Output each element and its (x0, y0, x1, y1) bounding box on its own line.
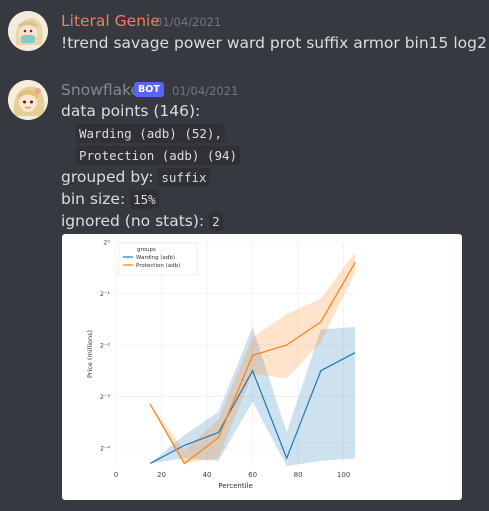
trend-chart: 0 20 40 60 80 100 2⁰ 2⁻¹ 2⁻² 2⁻³ 2⁻⁴ Percentile Pric… (86, 239, 356, 490)
chart-image[interactable]: 0 20 40 60 80 100 2⁰ 2⁻¹ 2⁻² 2⁻³ 2⁻⁴ Percentile Pric… (62, 234, 462, 500)
warding-line: Warding (adb) (52), (76, 124, 225, 143)
y-axis-label: Price (millions) (86, 330, 94, 378)
author-name[interactable]: Snowflake (61, 81, 140, 99)
x-tick-label: 80 (294, 471, 303, 479)
bin-size-value: 15% (130, 190, 159, 209)
x-tick-label: 60 (248, 471, 257, 479)
x-tick-label: 20 (157, 471, 166, 479)
grouped-by-line: grouped by: suffix (61, 168, 210, 187)
author-name[interactable]: Literal Genie (61, 12, 160, 30)
x-tick-label: 40 (203, 471, 212, 479)
y-tick-label: 2⁻³ (100, 393, 111, 401)
message-content: !trend savage power ward prot suffix arm… (61, 34, 487, 52)
ignored-line: ignored (no stats): 2 (61, 212, 223, 231)
message-timestamp: 01/04/2021 (172, 84, 239, 98)
bin-size-line: bin size: 15% (61, 190, 159, 209)
x-axis-label: Percentile (218, 482, 253, 490)
legend-title: groups (137, 247, 156, 253)
grouped-by-value: suffix (158, 168, 210, 187)
protection-code: Protection (adb) (94) (76, 146, 241, 165)
legend-entry: Warding (adb) (136, 255, 175, 261)
protection-line: Protection (adb) (94) (76, 146, 241, 165)
bot-badge: BOT (134, 82, 164, 97)
grouped-by-label: grouped by: (61, 168, 154, 186)
legend-entry: Protection (adb) (136, 263, 180, 269)
avatar-snowflake[interactable] (8, 80, 48, 120)
x-tick-label: 100 (337, 471, 350, 479)
message-timestamp: 01/04/2021 (155, 15, 222, 29)
x-tick-label: 0 (114, 471, 118, 479)
warding-code: Warding (adb) (52), (76, 124, 225, 143)
avatar-literal-genie[interactable] (8, 11, 48, 51)
bin-size-label: bin size: (61, 190, 126, 208)
y-tick-label: 2⁻⁴ (100, 444, 111, 452)
data-points-label: data points (146): (61, 102, 201, 120)
y-tick-label: 2⁰ (103, 239, 110, 247)
ignored-label: ignored (no stats): (61, 212, 205, 230)
y-tick-label: 2⁻² (100, 341, 111, 349)
y-tick-label: 2⁻¹ (100, 290, 111, 298)
ignored-value: 2 (209, 212, 223, 231)
